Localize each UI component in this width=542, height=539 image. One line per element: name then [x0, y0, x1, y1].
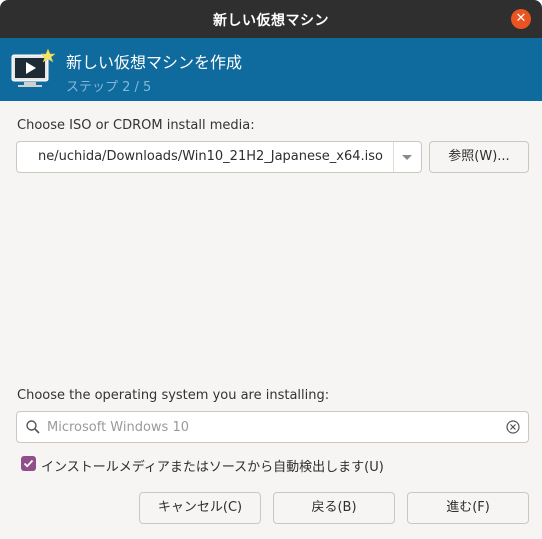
- os-search-box[interactable]: [16, 411, 529, 443]
- banner-title: 新しい仮想マシンを作成: [66, 53, 243, 72]
- iso-path-combo[interactable]: ne/uchida/Downloads/Win10_21H2_Japanese_…: [16, 141, 422, 173]
- auto-detect-label[interactable]: インストールメディアまたはソースから自動検出します(U): [41, 456, 384, 475]
- back-button[interactable]: 戻る(B): [273, 492, 395, 524]
- new-vm-dialog: 新しい仮想マシン ✕ 新しい仮想マシンを作成 ステップ 2 / 5 Choose…: [0, 0, 542, 539]
- close-button[interactable]: ✕: [511, 9, 531, 29]
- os-search-input[interactable]: [47, 412, 497, 442]
- search-icon: [26, 420, 40, 434]
- close-icon: ✕: [515, 11, 527, 26]
- forward-button[interactable]: 進む(F): [407, 492, 529, 524]
- browse-button[interactable]: 参照(W)...: [429, 141, 529, 173]
- step-indicator: ステップ 2 / 5: [66, 80, 152, 95]
- clear-icon[interactable]: [506, 420, 520, 434]
- media-label: Choose ISO or CDROM install media:: [17, 118, 255, 133]
- chevron-down-icon[interactable]: [402, 155, 412, 160]
- iso-path-field[interactable]: ne/uchida/Downloads/Win10_21H2_Japanese_…: [17, 142, 389, 172]
- combo-divider: [393, 142, 394, 172]
- title-bar[interactable]: 新しい仮想マシン ✕: [0, 0, 542, 38]
- auto-detect-checkbox[interactable]: [21, 456, 36, 471]
- window-title: 新しい仮想マシン: [213, 13, 329, 29]
- os-label: Choose the operating system you are inst…: [17, 388, 330, 403]
- monitor-play-icon: [11, 48, 56, 87]
- header-banner: 新しい仮想マシンを作成 ステップ 2 / 5: [0, 38, 542, 101]
- checkmark-icon: [23, 459, 34, 468]
- cancel-button[interactable]: キャンセル(C): [139, 492, 261, 524]
